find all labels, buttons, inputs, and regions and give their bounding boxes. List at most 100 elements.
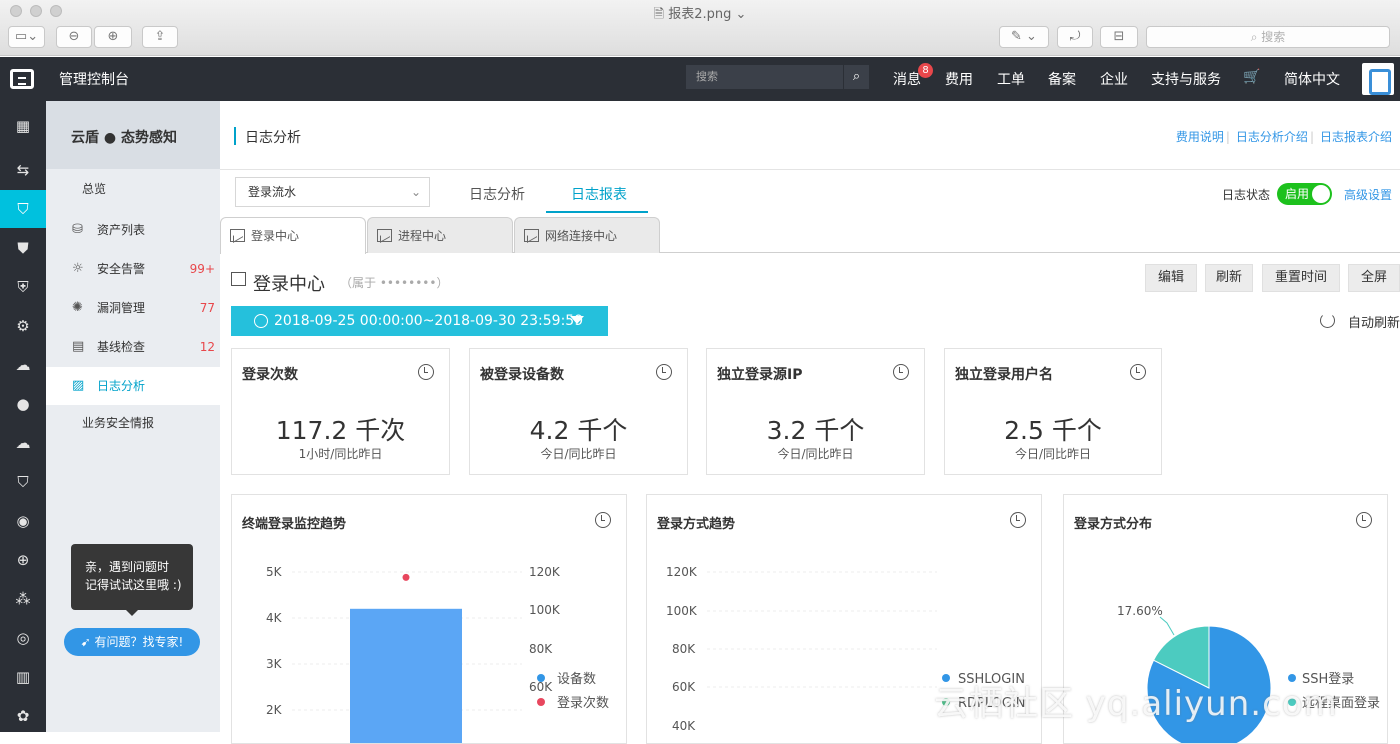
cloud-icon[interactable]: ☁ <box>0 346 46 384</box>
edit-button[interactable]: 编辑 <box>1145 264 1197 292</box>
tab-log-report[interactable]: 日志报表 <box>571 184 627 204</box>
cursor-icon: ➹ <box>80 635 95 649</box>
main-content: 日志分析 费用说明 | 日志分析介绍 | 日志报表介绍 登录流水 ⌄ 日志分析 日志报表… <box>220 101 1400 744</box>
fullscreen-button[interactable]: 全屏 <box>1348 264 1400 292</box>
rotate-button[interactable]: ⤾ <box>1057 26 1093 48</box>
log-status-label: 日志状态 <box>1222 188 1271 202</box>
bar-chart-icon[interactable]: ▥ <box>0 658 46 696</box>
clock-icon[interactable] <box>656 364 672 380</box>
nav-messages[interactable]: 消息 <box>893 69 921 89</box>
clock-icon[interactable] <box>1010 512 1026 528</box>
console-search-input[interactable]: 搜索 ⌕ <box>686 65 869 89</box>
subtab-network-center[interactable]: 网络连接中心 <box>514 217 660 253</box>
section-owner: （属于 ••••••••） <box>340 276 449 290</box>
shield-list-icon[interactable]: ⛨ <box>0 268 46 306</box>
nav-language[interactable]: 简体中文 <box>1284 69 1340 89</box>
nav-billing[interactable]: 费用 <box>945 69 973 89</box>
pie-label-line <box>1159 616 1175 636</box>
panel-title: 登录方式趋势 <box>657 517 736 532</box>
stat-card-devices: 被登录设备数 4.2 千个 今日/同比昨日 <box>469 348 688 475</box>
toolbox-button[interactable]: ⊟ <box>1100 26 1138 48</box>
right-tick-label: 60K <box>529 680 553 694</box>
panel-title: 终端登录监控趋势 <box>242 517 347 532</box>
aliyun-logo-icon[interactable] <box>10 69 34 89</box>
asset-list-icon: ⛁ <box>72 222 83 237</box>
clock-icon[interactable] <box>418 364 434 380</box>
tab-log-analysis[interactable]: 日志分析 <box>469 184 525 204</box>
chevron-down-icon[interactable]: ⌄ <box>731 7 746 22</box>
zoom-out-button[interactable]: ⊖ <box>56 26 92 48</box>
puzzle-icon[interactable]: ✿ <box>0 697 46 735</box>
image-chart-icon: ▨ <box>72 378 85 393</box>
chart-icon <box>230 229 245 242</box>
console-title[interactable]: 管理控制台 <box>59 69 129 89</box>
grid-menu-icon[interactable]: ▦ <box>0 107 46 145</box>
subtab-process-center[interactable]: 进程中心 <box>367 217 513 253</box>
sidebar-toggle-button[interactable]: ▭⌄ <box>8 26 45 48</box>
checklist-icon: ▤ <box>72 339 85 354</box>
subtab-login-center[interactable]: 登录中心 <box>220 217 366 254</box>
clock-icon[interactable] <box>1130 364 1146 380</box>
chart-icon <box>377 229 392 242</box>
log-status-toggle[interactable]: 启用 <box>1277 183 1332 205</box>
reset-time-button[interactable]: 重置时间 <box>1262 264 1340 292</box>
zoom-in-button[interactable]: ⊕ <box>94 26 132 48</box>
advanced-settings-link[interactable]: 高级设置 <box>1344 186 1392 203</box>
avatar[interactable] <box>1362 63 1394 95</box>
nav-icp[interactable]: 备案 <box>1048 69 1076 89</box>
help-tooltip: 亲，遇到问题时 记得试试这里哦 :) <box>71 544 193 616</box>
refresh-button[interactable]: 刷新 <box>1205 264 1253 292</box>
ask-expert-button[interactable]: ➹ 有问题？找专家! <box>64 628 200 656</box>
header-links: 费用说明 | 日志分析介绍 | 日志报表介绍 <box>1175 130 1392 144</box>
log-analysis-intro-link[interactable]: 日志分析介绍 <box>1236 130 1308 144</box>
log-report-intro-link[interactable]: 日志报表介绍 <box>1320 130 1392 144</box>
window-titlebar: 🗎 报表2.png ⌄ ▭⌄ ⊖ ⊕ ⇪ ✎ ⌄ ⤾ ⊟ ⌕ 搜索 <box>0 0 1400 56</box>
vulnerabilities-count: 77 <box>199 301 215 315</box>
circle-icon[interactable]: ● <box>0 385 46 423</box>
nav-tickets[interactable]: 工单 <box>997 69 1025 89</box>
nav-enterprise[interactable]: 企业 <box>1100 69 1128 89</box>
caret-down-icon <box>570 316 584 324</box>
stat-card-usernames: 独立登录用户名 2.5 千个 今日/同比昨日 <box>944 348 1162 475</box>
shield-outline-icon[interactable]: ⛉ <box>0 463 46 501</box>
sidebar-item-alerts[interactable]: ☼ 安全告警 99+ <box>46 250 220 288</box>
clock-icon[interactable] <box>893 364 909 380</box>
y-tick-label: 60K <box>672 680 696 694</box>
date-range-picker[interactable]: 2018-09-25 00:00:00~2018-09-30 23:59:59 <box>231 306 608 336</box>
stat-value: 3.2 千个 <box>766 416 865 445</box>
alarm-icon: ☼ <box>72 261 84 276</box>
right-tick-label: 100K <box>529 603 561 617</box>
sidebar-item-baseline[interactable]: ▤ 基线检查 12 <box>46 328 220 366</box>
file-icon: 🗎 <box>653 7 669 22</box>
eye-icon[interactable]: ◉ <box>0 502 46 540</box>
cart-icon[interactable]: 🛒 <box>1243 69 1260 85</box>
window-search-input[interactable]: ⌕ 搜索 <box>1146 26 1390 48</box>
share-button[interactable]: ⇪ <box>142 26 178 48</box>
clock-icon[interactable] <box>595 512 611 528</box>
disk-icon[interactable]: ◎ <box>0 619 46 657</box>
pricing-link[interactable]: 费用说明 <box>1176 130 1224 144</box>
log-type-select[interactable]: 登录流水 ⌄ <box>235 177 430 207</box>
legend-marker <box>537 698 545 706</box>
shield-check-icon[interactable]: ⛉ <box>0 190 46 228</box>
cloud-outline-icon[interactable]: ☁ <box>0 424 46 462</box>
messages-badge: 8 <box>918 63 933 78</box>
target-icon[interactable]: ⊕ <box>0 541 46 579</box>
sidebar-item-business-intel[interactable]: 业务安全情报 <box>46 404 220 442</box>
nav-support[interactable]: 支持与服务 <box>1151 69 1221 89</box>
gear-icon[interactable]: ⚙ <box>0 307 46 345</box>
collapse-icon[interactable]: ⇆ <box>0 151 46 189</box>
page-title: 日志分析 <box>245 130 301 146</box>
search-icon[interactable]: ⌕ <box>843 65 869 89</box>
clock-icon <box>254 314 268 328</box>
sidebar-item-overview[interactable]: 总览 <box>46 170 220 208</box>
clock-icon[interactable] <box>1356 512 1372 528</box>
stat-value: 2.5 千个 <box>1004 416 1102 445</box>
sidebar-item-assets[interactable]: ⛁ 资产列表 <box>46 211 220 249</box>
network-icon[interactable]: ⁂ <box>0 580 46 618</box>
markup-button[interactable]: ✎ ⌄ <box>999 26 1049 48</box>
sidebar-item-log-analysis[interactable]: ▨ 日志分析 <box>46 367 220 405</box>
monitor-trend-panel: 5K 4K 3K 2K 120K 100K 80K 60K 设备数 登录次数 终… <box>231 494 627 744</box>
shield-alert-icon[interactable]: ⛊ <box>0 229 46 267</box>
sidebar-item-vulnerabilities[interactable]: ✺ 漏洞管理 77 <box>46 289 220 327</box>
